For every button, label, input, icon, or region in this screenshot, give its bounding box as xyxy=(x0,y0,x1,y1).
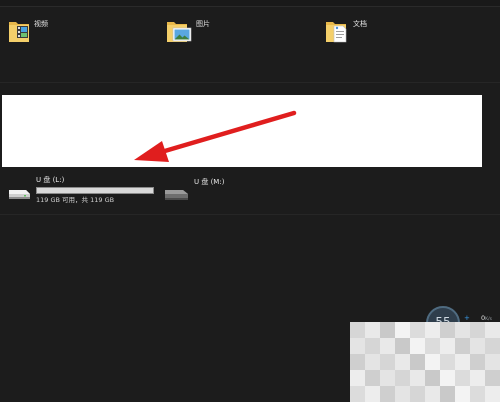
pixelated-region xyxy=(350,322,500,402)
folder-label: 图片 xyxy=(196,20,210,28)
mosaic-cell xyxy=(410,354,425,370)
mosaic-cell xyxy=(365,322,380,338)
white-panel xyxy=(2,95,482,167)
mosaic-cell xyxy=(455,370,470,386)
mosaic-cell xyxy=(470,338,485,354)
mosaic-cell xyxy=(380,322,395,338)
drive-name: U 盘 (M:) xyxy=(194,178,225,186)
mosaic-cell xyxy=(455,338,470,354)
documents-folder-icon xyxy=(325,16,349,44)
mosaic-cell xyxy=(470,370,485,386)
mosaic-cell xyxy=(470,322,485,338)
mosaic-cell xyxy=(440,338,455,354)
drive-m[interactable]: U 盘 (M:) xyxy=(162,174,224,206)
drive-name: U 盘 (L:) xyxy=(36,176,65,184)
folder-pictures[interactable]: 图片 xyxy=(166,16,210,46)
video-folder-icon xyxy=(8,16,30,44)
mosaic-cell xyxy=(380,338,395,354)
drives-section-divider xyxy=(0,214,500,215)
mosaic-cell xyxy=(455,354,470,370)
mosaic-cell xyxy=(365,354,380,370)
mosaic-cell xyxy=(365,370,380,386)
folders-section-divider xyxy=(0,82,500,83)
mosaic-cell xyxy=(485,338,500,354)
folder-videos[interactable]: 视频 xyxy=(8,16,48,46)
mosaic-cell xyxy=(350,370,365,386)
mosaic-cell xyxy=(485,322,500,338)
mosaic-cell xyxy=(425,354,440,370)
drive-l[interactable]: U 盘 (L:) 119 GB 可用，共 119 GB xyxy=(6,174,154,205)
mosaic-cell xyxy=(485,370,500,386)
speed-readout: 0K/s xyxy=(481,314,492,322)
mosaic-cell xyxy=(410,370,425,386)
mosaic-cell xyxy=(410,338,425,354)
mosaic-cell xyxy=(395,354,410,370)
mosaic-cell xyxy=(455,322,470,338)
mosaic-cell xyxy=(350,338,365,354)
mosaic-cell xyxy=(440,354,455,370)
header-separator xyxy=(0,6,500,7)
plus-icon: + xyxy=(464,314,470,322)
mosaic-cell xyxy=(380,370,395,386)
drive-info: U 盘 (M:) xyxy=(194,174,224,187)
mosaic-cell xyxy=(395,370,410,386)
mosaic-cell xyxy=(350,354,365,370)
mosaic-cell xyxy=(395,322,410,338)
folder-label: 文档 xyxy=(353,20,367,28)
mosaic-cell xyxy=(470,354,485,370)
mosaic-cell xyxy=(425,322,440,338)
folder-label: 视频 xyxy=(34,20,48,28)
mosaic-cell xyxy=(485,354,500,370)
mosaic-cell xyxy=(380,354,395,370)
drive-info: U 盘 (L:) 119 GB 可用，共 119 GB xyxy=(36,174,154,205)
mosaic-cell xyxy=(365,338,380,354)
mosaic-cell xyxy=(410,322,425,338)
mosaic-cell xyxy=(395,338,410,354)
drive-free-space: 119 GB 可用，共 119 GB xyxy=(36,196,115,204)
mosaic-cell xyxy=(425,338,440,354)
capacity-bar xyxy=(36,187,154,194)
usb-drive-icon xyxy=(162,186,190,206)
pictures-folder-icon xyxy=(166,16,192,44)
folder-documents[interactable]: 文档 xyxy=(325,16,367,46)
usb-drive-icon xyxy=(6,186,32,205)
mosaic-cell xyxy=(440,322,455,338)
mosaic-cell xyxy=(350,322,365,338)
mosaic-cell xyxy=(425,370,440,386)
mosaic-cell xyxy=(440,370,455,386)
